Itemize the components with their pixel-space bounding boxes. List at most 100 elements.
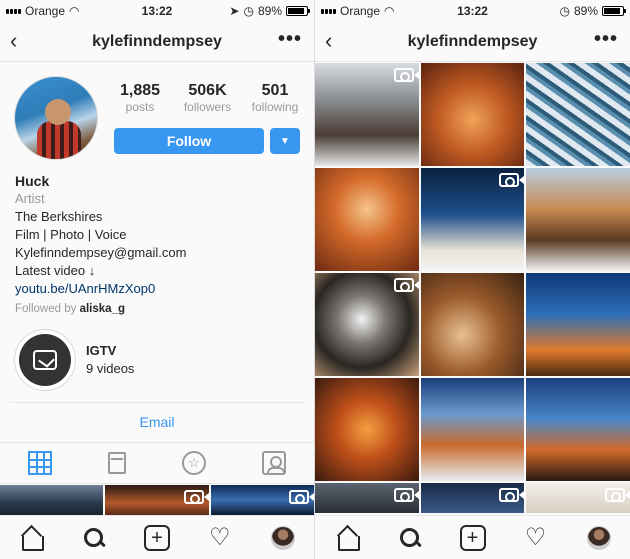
post-thumbnail[interactable] [315,168,419,271]
bottom-nav: + ♡ [315,515,630,559]
bio: Huck Artist The Berkshires Film | Photo … [15,172,305,318]
post-thumbnail[interactable] [420,378,525,481]
post-thumbnail[interactable] [526,378,630,481]
post-thumbnail[interactable] [315,378,419,481]
stat-label: followers [183,100,232,114]
stat-following[interactable]: 501 following [245,82,305,114]
add-icon[interactable]: + [143,524,170,551]
profile-screen: Orange ◠ 13:22 ➤ ◷ 89% ‹ kylefinndempsey… [0,0,315,559]
post-thumbnail[interactable] [315,273,419,376]
add-icon[interactable]: + [459,524,486,551]
avatar [270,525,295,550]
chevron-left-icon[interactable]: ‹ [325,30,332,52]
post-thumbnail[interactable] [420,483,525,513]
bio-link[interactable]: youtu.be/UAnrHMzXop0 [15,280,305,298]
wifi-icon: ◠ [69,4,80,18]
followed-by-prefix: Followed by [15,303,77,315]
video-icon [499,173,525,187]
video-icon [393,278,419,292]
suggested-dropdown-button[interactable]: ▼ [270,128,300,154]
bio-line: The Berkshires [15,209,103,224]
signal-icon [321,8,336,14]
signal-icon [6,8,21,14]
more-options-icon[interactable]: ••• [594,28,618,51]
stat-num: 501 [261,82,289,99]
stat-num: 1,885 [119,82,161,99]
stat-posts[interactable]: 1,885 posts [110,82,170,114]
post-thumbnail[interactable] [210,485,314,515]
chevron-down-icon: ▼ [280,135,290,147]
more-options-icon[interactable]: ••• [278,28,302,51]
profile-tabs: ☆ [0,442,314,484]
alarm-icon: ◷ [243,4,254,18]
video-icon [393,488,419,502]
post-thumbnail[interactable] [105,485,209,515]
igtv-ring [14,329,76,391]
video-icon [288,490,314,504]
bottom-nav: + ♡ [0,515,314,559]
bio-line: Film | Photo | Voice [15,227,127,242]
avatar [586,525,611,550]
email-button[interactable]: Email [10,402,304,440]
nav-bar: ‹ kylefinndempsey ••• [315,22,630,62]
carrier: Orange ◠ [321,4,395,18]
post-thumbnail[interactable] [0,485,104,515]
location-icon: ➤ [229,4,240,18]
home-icon[interactable] [334,525,360,551]
nav-bar: ‹ kylefinndempsey ••• [0,22,314,62]
bio-line: Kylefinndempsey@gmail.com [15,245,187,260]
stat-followers[interactable]: 506K followers [178,82,238,114]
post-thumbnail[interactable] [315,63,419,166]
profile-tab[interactable] [270,525,296,551]
post-thumbnail[interactable] [526,483,630,513]
profile-category: Artist [15,191,45,206]
followed-by[interactable]: Followed by aliska_g [15,300,305,318]
profile-name: Huck [15,173,50,189]
igtv-highlight[interactable]: IGTV 9 videos [14,328,304,392]
video-icon [604,488,630,502]
feed-icon[interactable] [108,452,126,474]
status-right: ➤ ◷ 89% [229,4,310,18]
post-grid [315,63,630,513]
stat-num: 506K [188,82,227,99]
post-thumbnail[interactable] [420,273,525,376]
post-thumbnail[interactable] [526,273,630,376]
heart-icon[interactable]: ♡ [523,524,549,551]
wifi-icon: ◠ [384,4,395,18]
search-icon[interactable] [81,525,107,551]
page-title: kylefinndempsey [407,32,538,50]
chevron-left-icon[interactable]: ‹ [10,30,17,52]
video-icon [499,488,525,502]
post-thumbnail[interactable] [420,168,525,271]
grid-icon[interactable] [28,451,52,475]
post-thumbnail[interactable] [526,63,630,166]
heart-icon[interactable]: ♡ [207,524,233,551]
profile-tab[interactable] [586,525,612,551]
video-icon [183,490,209,504]
carrier-name: Orange [340,4,381,18]
carrier: Orange ◠ [6,4,80,18]
battery-icon [602,6,626,16]
post-strip [0,485,314,515]
star-icon[interactable]: ☆ [182,451,206,475]
post-thumbnail[interactable] [315,483,419,513]
follow-button[interactable]: Follow [114,128,264,154]
profile-stats: 1,885 posts 506K followers 501 following [110,82,305,114]
status-bar: Orange ◠ 13:22 ◷ 89% [315,0,630,22]
search-icon[interactable] [397,525,423,551]
stat-label: following [251,100,299,114]
status-right: ◷ 89% [559,4,626,18]
profile-avatar[interactable] [14,76,98,160]
status-bar: Orange ◠ 13:22 ➤ ◷ 89% [0,0,314,22]
battery-percent: 89% [573,4,598,18]
stat-label: posts [125,100,155,114]
igtv-title: IGTV [86,343,117,358]
tagged-icon[interactable] [262,451,286,475]
grid-screen: Orange ◠ 13:22 ◷ 89% ‹ kylefinndempsey •… [315,0,630,559]
home-icon[interactable] [18,525,45,551]
battery-percent: 89% [257,4,282,18]
battery-icon [286,6,310,16]
post-thumbnail[interactable] [526,168,630,271]
post-thumbnail[interactable] [420,63,525,166]
igtv-count: 9 videos [86,361,135,376]
